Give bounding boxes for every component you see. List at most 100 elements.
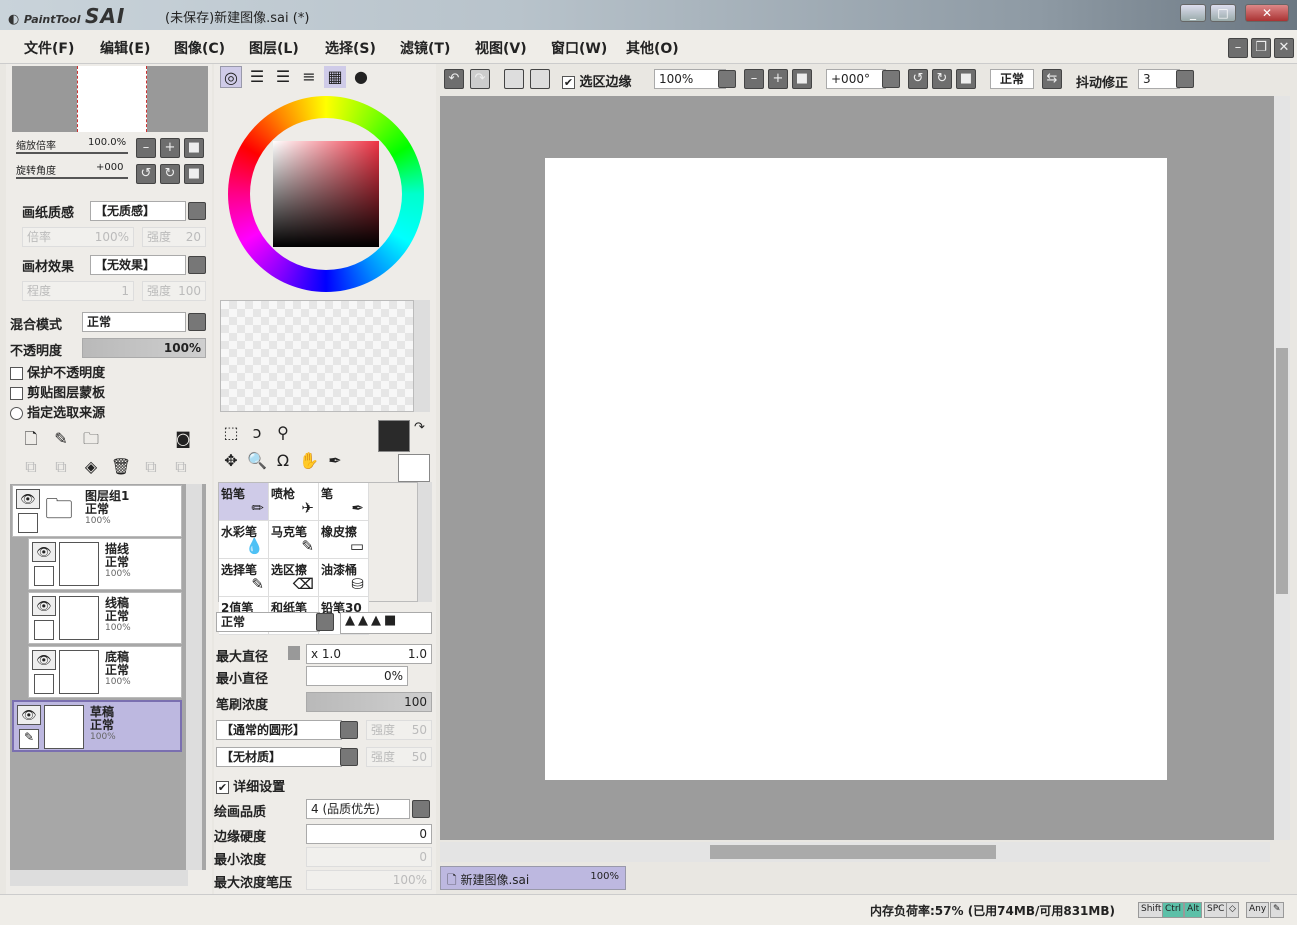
zoom-slider[interactable]: [16, 152, 128, 154]
transfer-down-icon[interactable]: ⧉: [20, 456, 42, 478]
canvas-vscrollbar[interactable]: [1274, 96, 1290, 840]
brush-slot[interactable]: 橡皮擦 ▭: [319, 521, 369, 559]
new-linework-layer-icon[interactable]: ✎: [50, 428, 72, 450]
rotate-tool-icon[interactable]: Ω: [272, 450, 294, 472]
clip-mask-checkbox[interactable]: 剪贴图层蒙板: [10, 382, 105, 401]
brush-mode-select[interactable]: 正常: [216, 612, 320, 632]
min-size-field[interactable]: 0%: [306, 666, 408, 686]
foreground-color-swatch[interactable]: [378, 420, 410, 452]
protect-opacity-checkbox[interactable]: 保护不透明度: [10, 362, 105, 381]
flip-horizontal-button[interactable]: ⇆: [1042, 69, 1062, 89]
redo-button[interactable]: ↷: [470, 69, 490, 89]
menu-filter[interactable]: 滤镜(T): [400, 38, 450, 58]
menu-view[interactable]: 视图(V): [475, 38, 527, 58]
menu-image[interactable]: 图像(C): [174, 38, 225, 58]
magic-wand-icon[interactable]: ⚲: [272, 422, 294, 444]
chevron-down-icon[interactable]: [340, 748, 358, 766]
chevron-down-icon[interactable]: [340, 721, 358, 739]
eyedropper-icon[interactable]: ✒: [324, 450, 346, 472]
brush-shape-select[interactable]: 【通常的圆形】: [216, 720, 342, 740]
visibility-eye-icon[interactable]: 👁: [32, 596, 56, 616]
view-mode-button[interactable]: 正常: [990, 69, 1034, 89]
brush-slot[interactable]: 油漆桶 ⛁: [319, 559, 369, 597]
layer-lock-box[interactable]: [34, 674, 54, 694]
selection-edge-checkbox[interactable]: ✔ 选区边缘: [562, 71, 632, 90]
scratchpad-scrollbar[interactable]: [414, 300, 430, 412]
brush-scrollbar[interactable]: [418, 482, 432, 602]
doc-restore-button[interactable]: ❐: [1251, 38, 1271, 58]
brush-slot[interactable]: 选择笔 ✎: [219, 559, 269, 597]
canvas-paper[interactable]: [545, 158, 1167, 780]
blend-mode-select[interactable]: 正常: [82, 312, 186, 332]
layer-item[interactable]: 👁 ✎ 草稿 正常 100%: [12, 700, 182, 752]
zoom-out-button[interactable]: –: [136, 138, 156, 158]
pen-icon[interactable]: ✎: [19, 729, 39, 749]
layer-lock-box[interactable]: [18, 513, 38, 533]
detail-settings-checkbox[interactable]: ✔ 详细设置: [216, 776, 285, 795]
zoom-select[interactable]: 100%: [654, 69, 726, 89]
trash-icon[interactable]: 🗑: [110, 456, 132, 478]
canvas-hscrollbar[interactable]: [440, 842, 1270, 862]
zoom-reset-button[interactable]: ■: [184, 138, 204, 158]
move-tool-icon[interactable]: ✥: [220, 450, 242, 472]
document-tab[interactable]: 🗋 新建图像.sai 100%: [440, 866, 626, 890]
color-wheel-tab[interactable]: ◎: [220, 66, 242, 88]
visibility-eye-icon[interactable]: 👁: [32, 650, 56, 670]
menu-file[interactable]: 文件(F): [24, 38, 74, 58]
layer-scrollbar[interactable]: [186, 484, 202, 870]
invert-selection-button[interactable]: [530, 69, 550, 89]
brush-slot[interactable]: 选区擦 ⌫: [269, 559, 319, 597]
chevron-down-icon[interactable]: [882, 70, 900, 88]
zoom-in-button[interactable]: +: [768, 69, 788, 89]
color-mix-tab[interactable]: ≡: [298, 66, 320, 88]
visibility-eye-icon[interactable]: 👁: [17, 705, 41, 725]
layer-lock-box[interactable]: [34, 566, 54, 586]
clear-layer-icon[interactable]: ◈: [80, 456, 102, 478]
layer-item[interactable]: 👁 线稿 正常 100%: [28, 592, 182, 644]
navigator-preview[interactable]: [12, 66, 208, 132]
hand-tool-icon[interactable]: ✋: [298, 450, 320, 472]
chevron-down-icon[interactable]: [188, 202, 206, 220]
scratchpad[interactable]: [220, 300, 414, 412]
brush-texture-select[interactable]: 【无材质】: [216, 747, 342, 767]
brush-slot[interactable]: 喷枪 ✈: [269, 483, 319, 521]
paper-effect-select[interactable]: 【无效果】: [90, 255, 186, 275]
zoom-in-button[interactable]: +: [160, 138, 180, 158]
paper-texture-select[interactable]: 【无质感】: [90, 201, 186, 221]
layer-lock-box[interactable]: [34, 620, 54, 640]
rotate-right-button[interactable]: ↻: [160, 164, 180, 184]
rotate-slider[interactable]: [16, 177, 128, 179]
swap-colors-icon[interactable]: ↷: [414, 420, 425, 435]
lasso-tool-icon[interactable]: ↄ: [246, 422, 268, 444]
doc-close-button[interactable]: ✕: [1274, 38, 1294, 58]
new-layer-icon[interactable]: 🗋: [20, 428, 42, 450]
undo-button[interactable]: ↶: [444, 69, 464, 89]
hsv-slider-tab[interactable]: ☰: [272, 66, 294, 88]
layer-item[interactable]: 👁 底稿 正常 100%: [28, 646, 182, 698]
visibility-eye-icon[interactable]: 👁: [32, 542, 56, 562]
size-multiplier-button[interactable]: [288, 646, 300, 660]
merge-visible-icon[interactable]: ⧉: [140, 456, 162, 478]
layer-item[interactable]: 👁 🗀 图层组1 正常 100%: [12, 485, 182, 537]
swatches-tab[interactable]: ▦: [324, 66, 346, 88]
visibility-eye-icon[interactable]: 👁: [16, 489, 40, 509]
menu-layer[interactable]: 图层(L): [249, 38, 299, 58]
zoom-out-button[interactable]: –: [744, 69, 764, 89]
scratchpad-tab[interactable]: ●: [350, 66, 372, 88]
deselect-button[interactable]: [504, 69, 524, 89]
maximize-button[interactable]: □: [1210, 4, 1236, 22]
color-wheel[interactable]: [228, 96, 424, 292]
brush-edge-shapes[interactable]: ▲▲▲■: [340, 612, 432, 634]
saturation-value-square[interactable]: [273, 141, 379, 247]
new-folder-icon[interactable]: 🗀: [80, 428, 102, 450]
selection-source-radio[interactable]: 指定选取来源: [10, 402, 105, 421]
menu-other[interactable]: 其他(O): [626, 38, 679, 58]
layer-item[interactable]: 👁 描线 正常 100%: [28, 538, 182, 590]
rotate-reset-button[interactable]: ■: [956, 69, 976, 89]
quality-select[interactable]: 4 (品质优先): [306, 799, 410, 819]
rotate-left-button[interactable]: ↺: [136, 164, 156, 184]
merge-down-icon[interactable]: ⧉: [50, 456, 72, 478]
marquee-tool-icon[interactable]: ⬚: [220, 422, 242, 444]
stabilizer-select[interactable]: 3: [1138, 69, 1180, 89]
chevron-down-icon[interactable]: [316, 613, 334, 631]
